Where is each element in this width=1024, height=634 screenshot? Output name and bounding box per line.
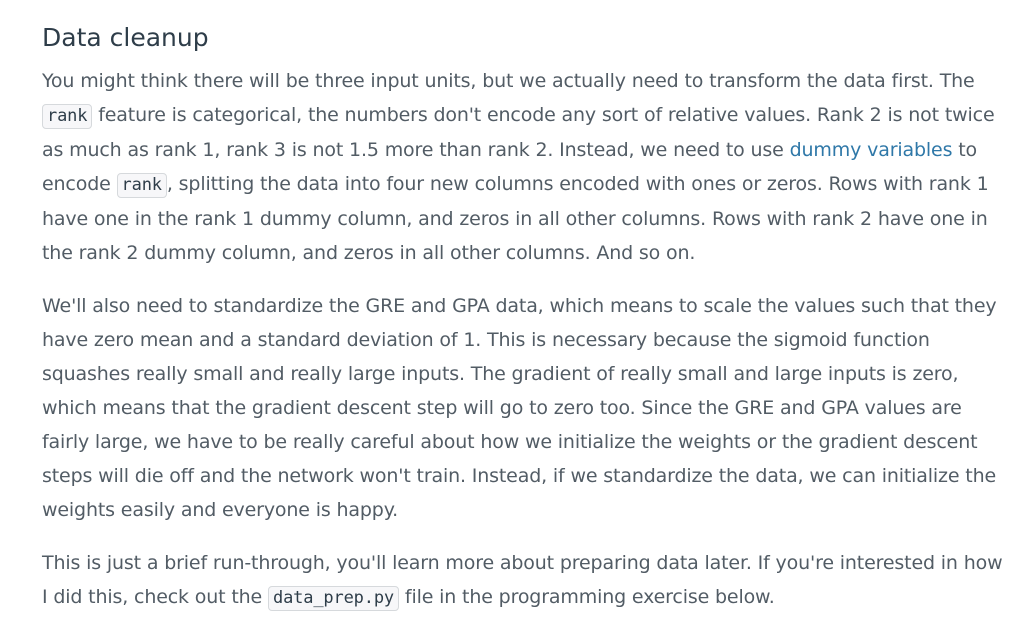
article-content: Data cleanup You might think there will … [42,18,1010,634]
inline-code-rank-2: rank [116,173,167,198]
p1-text-4: , splitting the data into four new colum… [42,173,989,264]
p1-text-1: You might think there will be three inpu… [42,70,975,92]
paragraph-standardize: We'll also need to standardize the GRE a… [42,295,997,521]
inline-code-data-prep: data_prep.py [267,586,400,611]
p3-text-2: file in the programming exercise below. [399,586,775,608]
dummy-variables-link[interactable]: dummy variables [790,139,953,161]
paragraph-dummy-variables: You might think there will be three inpu… [42,64,1010,270]
paragraph-run-through: This is just a brief run-through, you'll… [42,546,1010,615]
inline-code-rank: rank [42,104,93,129]
section-heading: Data cleanup [42,23,209,52]
